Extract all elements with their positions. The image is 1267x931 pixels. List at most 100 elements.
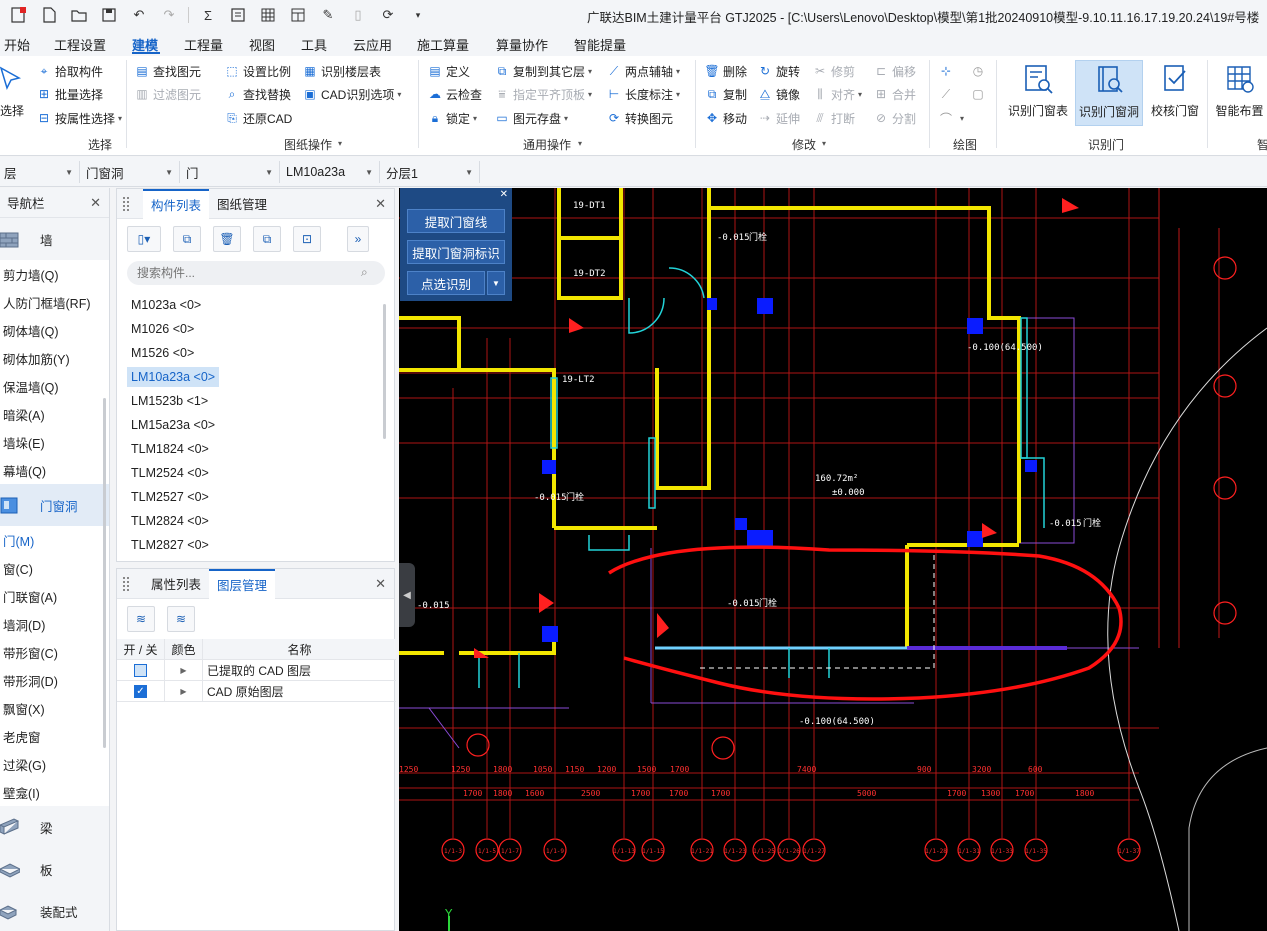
nav-category-door-window[interactable]: 门窗洞: [0, 484, 109, 526]
nav-category-wall[interactable]: 墙: [0, 218, 109, 260]
batch-select-button[interactable]: ⊞ 批量选择: [36, 84, 103, 104]
extract-door-window-lines-button[interactable]: 提取门窗线: [407, 209, 505, 233]
copy-to-other-floor-button[interactable]: ⧉ 复制到其它层 ▾: [494, 61, 592, 81]
save-icon[interactable]: [98, 4, 120, 26]
lock-button[interactable]: 🔒︎ 锁定 ▾: [427, 108, 477, 128]
draw-arc-button[interactable]: ⌒ ▾: [938, 108, 964, 128]
tab-layer-management[interactable]: 图层管理: [209, 568, 276, 599]
verify-door-window-button[interactable]: 校核门窗: [1145, 60, 1205, 126]
delete-button[interactable]: 🗑︎ 删除: [704, 61, 747, 81]
filter-element-button[interactable]: ▥ 过滤图元: [134, 84, 201, 104]
tab-construction[interactable]: 施工算量: [417, 35, 469, 54]
length-dimension-button[interactable]: ⊢ 长度标注 ▾: [606, 84, 680, 104]
cloud-check-button[interactable]: ☁ 云检查: [427, 84, 482, 104]
expand-arrow-icon[interactable]: ▶: [180, 666, 186, 675]
cad-recognition-options-button[interactable]: ▣ CAD识别选项 ▾: [302, 84, 401, 104]
close-icon[interactable]: ✕: [90, 195, 101, 211]
copy-button[interactable]: ⧉ 复制: [704, 84, 747, 104]
delete-component-button[interactable]: 🗑︎: [213, 226, 241, 252]
define-button[interactable]: ▤ 定义: [427, 61, 470, 81]
category-combo[interactable]: 门窗洞 ▼: [82, 161, 180, 183]
nav-item-strip-opening[interactable]: 带形洞(D): [0, 666, 109, 694]
panel-collapse-handle[interactable]: ◀: [399, 563, 415, 627]
layer-row[interactable]: ✓ ▶ CAD 原始图层: [117, 680, 396, 702]
nav-scrollbar[interactable]: [103, 398, 106, 748]
nav-item-hidden-beam[interactable]: 暗梁(A): [0, 400, 109, 428]
pick-component-button[interactable]: ⌖ 拾取构件: [36, 61, 103, 81]
recognize-door-window-table-button[interactable]: 识别门窗表: [1004, 60, 1072, 126]
component-item[interactable]: TLM2527 <0>: [127, 487, 213, 507]
tab-collaboration[interactable]: 算量协作: [496, 35, 548, 54]
expand-arrow-icon[interactable]: ▶: [180, 687, 186, 696]
nav-item-lintel[interactable]: 过梁(G): [0, 750, 109, 778]
component-item[interactable]: M1026 <0>: [127, 319, 198, 339]
sync-icon[interactable]: ⟳: [377, 4, 399, 26]
component-item[interactable]: M1023a <0>: [127, 295, 205, 315]
select-by-property-button[interactable]: ⊟ 按属性选择 ▾: [36, 108, 122, 128]
redo-icon[interactable]: ↷: [158, 4, 180, 26]
nav-item-door[interactable]: 门(M): [0, 526, 109, 554]
convert-element-button[interactable]: ⟳ 转换图元: [606, 108, 673, 128]
nav-item-shear-wall[interactable]: 剪力墙(Q): [0, 260, 109, 288]
nav-category-beam[interactable]: 梁: [0, 806, 109, 848]
quick-access-more-icon[interactable]: ▾: [407, 4, 429, 26]
tab-cloud[interactable]: 云应用: [353, 35, 392, 54]
offset-button[interactable]: ⊏ 偏移: [873, 61, 916, 81]
grid-icon[interactable]: [257, 4, 279, 26]
tab-drawing-management[interactable]: 图纸管理: [209, 189, 275, 219]
move-button[interactable]: ✥ 移动: [704, 108, 747, 128]
mirror-button[interactable]: ⧋ 镜像: [757, 84, 800, 104]
split-button[interactable]: ⊘ 分割: [873, 108, 916, 128]
layer-row[interactable]: ▶ 已提取的 CAD 图层: [117, 659, 396, 681]
select-button[interactable]: 选择: [0, 60, 24, 126]
rotate-button[interactable]: ↻ 旋转: [757, 61, 800, 81]
component-item-selected[interactable]: LM10a23a <0>: [127, 367, 220, 387]
nav-category-prefab[interactable]: 装配式: [0, 890, 109, 931]
tab-start[interactable]: 开始: [4, 35, 30, 54]
component-item[interactable]: TLM2824 <0>: [127, 511, 213, 531]
layer-visibility-checkbox[interactable]: ✓: [134, 684, 147, 698]
floor-combo[interactable]: 层 ▼: [0, 161, 80, 183]
save-element-button[interactable]: ▭ 图元存盘 ▾: [494, 108, 568, 128]
extract-door-window-labels-button[interactable]: 提取门窗洞标识: [407, 240, 505, 264]
tab-view[interactable]: 视图: [249, 35, 275, 54]
draw-circle-button[interactable]: ◷: [970, 61, 989, 81]
nav-category-slab[interactable]: 板: [0, 848, 109, 890]
recognize-floor-table-button[interactable]: ▦ 识别楼层表: [302, 61, 381, 81]
table-icon[interactable]: [287, 4, 309, 26]
close-icon[interactable]: ✕: [375, 576, 386, 592]
nav-item-curtain-wall[interactable]: 幕墙(Q): [0, 456, 109, 484]
nav-item-strip-window[interactable]: 带形窗(C): [0, 638, 109, 666]
nav-item-door-window-combo[interactable]: 门联窗(A): [0, 582, 109, 610]
component-item[interactable]: LM15a23a <0>: [127, 415, 219, 435]
open-folder-icon[interactable]: [68, 4, 90, 26]
close-icon[interactable]: ✕: [375, 196, 386, 212]
component-item[interactable]: TLM2827 <0>: [127, 535, 213, 555]
new-component-button[interactable]: ▯▾: [127, 226, 161, 252]
nav-item-window[interactable]: 窗(C): [0, 554, 109, 582]
click-recognize-dropdown[interactable]: ▼: [487, 271, 505, 295]
nav-item-wall-pier[interactable]: 墙垛(E): [0, 428, 109, 456]
set-scale-button[interactable]: ⬚ 设置比例: [224, 61, 291, 81]
search-icon[interactable]: ⌕: [361, 265, 368, 280]
draw-point-button[interactable]: ⊹: [938, 61, 957, 81]
component-list-scrollbar[interactable]: [383, 304, 386, 439]
merge-button[interactable]: ⊞ 合并: [873, 84, 916, 104]
drag-handle-icon[interactable]: [123, 576, 129, 591]
align-button[interactable]: ⫼ 对齐 ▾: [812, 84, 862, 104]
trim-button[interactable]: ✂ 修剪: [812, 61, 855, 81]
tab-tools[interactable]: 工具: [301, 35, 327, 54]
two-point-axis-button[interactable]: ⟋ 两点辅轴 ▾: [606, 61, 680, 81]
click-recognize-button[interactable]: 点选识别: [407, 271, 485, 295]
tab-smart-extract[interactable]: 智能提量: [574, 35, 626, 54]
component-item[interactable]: LM1523b <1>: [127, 391, 212, 411]
find-element-button[interactable]: ▤ 查找图元: [134, 61, 201, 81]
new-file-icon[interactable]: [38, 4, 60, 26]
component-item[interactable]: TLM1824 <0>: [127, 439, 213, 459]
nav-item-masonry-wall[interactable]: 砌体墙(Q): [0, 316, 109, 344]
nav-item-insulation-wall[interactable]: 保温墙(Q): [0, 372, 109, 400]
find-replace-button[interactable]: ⌕ 查找替换: [224, 84, 291, 104]
nav-item-masonry-rebar[interactable]: 砌体加筋(Y): [0, 344, 109, 372]
break-button[interactable]: ⫻ 打断: [812, 108, 855, 128]
recognize-door-window-opening-button[interactable]: 识别门窗洞: [1075, 60, 1143, 126]
